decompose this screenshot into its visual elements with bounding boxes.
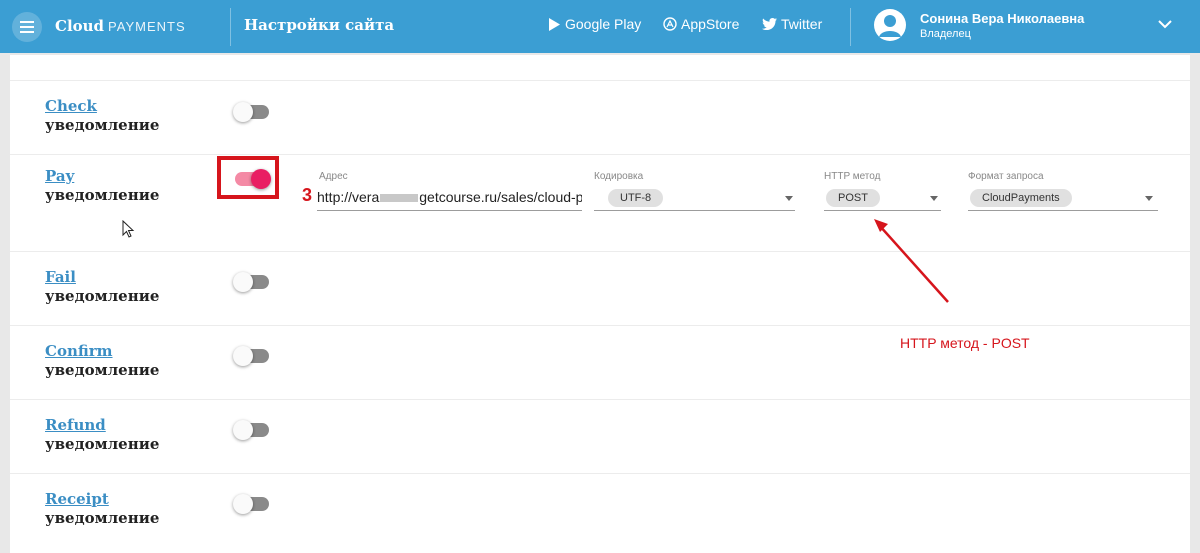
chevron-down-icon[interactable] xyxy=(1158,20,1172,29)
header-divider xyxy=(230,8,231,46)
menu-icon[interactable] xyxy=(12,12,42,42)
scrollbar[interactable] xyxy=(1193,55,1200,553)
page-title: Настройки сайта xyxy=(244,16,395,34)
twitter-icon xyxy=(762,18,777,30)
brand-name-light: PAYMENTS xyxy=(108,19,186,34)
appstore-link[interactable]: AppStore xyxy=(663,16,739,32)
appstore-label: AppStore xyxy=(681,16,740,32)
user-name: Сонина Вера Николаевна xyxy=(920,10,1085,26)
twitter-label: Twitter xyxy=(781,16,823,32)
play-icon xyxy=(549,17,560,31)
brand-name-bold: Cloud xyxy=(55,17,105,35)
google-play-label: Google Play xyxy=(565,16,642,32)
appstore-icon xyxy=(663,17,677,31)
header-divider xyxy=(850,8,851,46)
twitter-link[interactable]: Twitter xyxy=(762,16,822,32)
annotation-arrow-icon xyxy=(874,219,949,303)
brand-logo[interactable]: Cloud PAYMENTS xyxy=(55,17,186,35)
avatar-icon xyxy=(874,9,906,41)
user-role: Владелец xyxy=(920,27,971,40)
mouse-cursor-icon xyxy=(122,220,135,238)
user-menu[interactable]: Сонина Вера Николаевна Владелец xyxy=(874,9,1084,41)
top-bar: Cloud PAYMENTS Настройки сайта Google Pla… xyxy=(0,0,1200,53)
notifications-panel: Check уведомление Pay уведомление Адрес … xyxy=(10,55,1190,553)
google-play-link[interactable]: Google Play xyxy=(548,16,641,32)
